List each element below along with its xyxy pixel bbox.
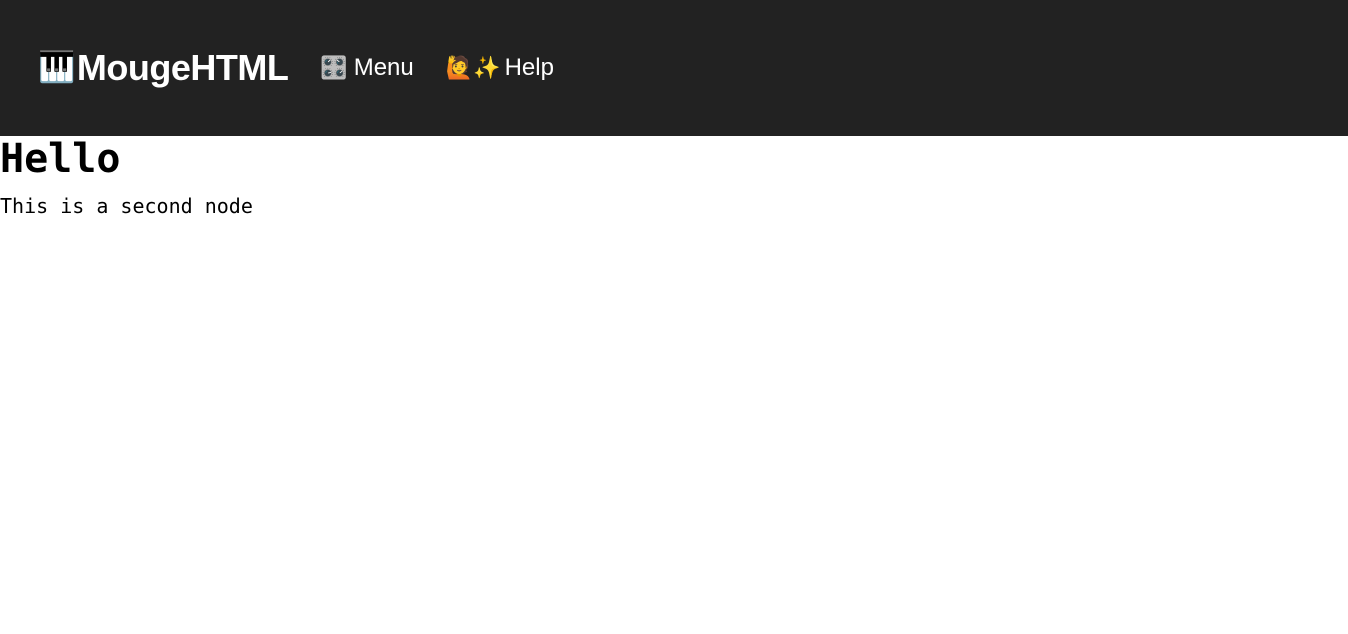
nav-item-menu[interactable]: 🎛️ Menu [320, 54, 413, 82]
nav-item-help[interactable]: 🙋✨ Help [446, 54, 554, 82]
piano-icon: 🎹 [38, 51, 75, 84]
nav-item-help-label: Help [504, 54, 554, 81]
nav-item-menu-label: Menu [353, 54, 414, 81]
main-content: Hello This is a second node [0, 136, 1348, 218]
brand-title: MougeHTML [76, 47, 289, 88]
raising-hand-sparkles-icon: 🙋✨ [445, 55, 501, 80]
brand-link[interactable]: 🎹 MougeHTML [38, 47, 289, 89]
top-navbar: 🎹 MougeHTML 🎛️ Menu 🙋✨ Help [0, 0, 1348, 136]
control-knobs-icon: 🎛️ [320, 55, 348, 80]
page-heading: Hello [0, 136, 121, 182]
body-paragraph: This is a second node [0, 194, 253, 218]
